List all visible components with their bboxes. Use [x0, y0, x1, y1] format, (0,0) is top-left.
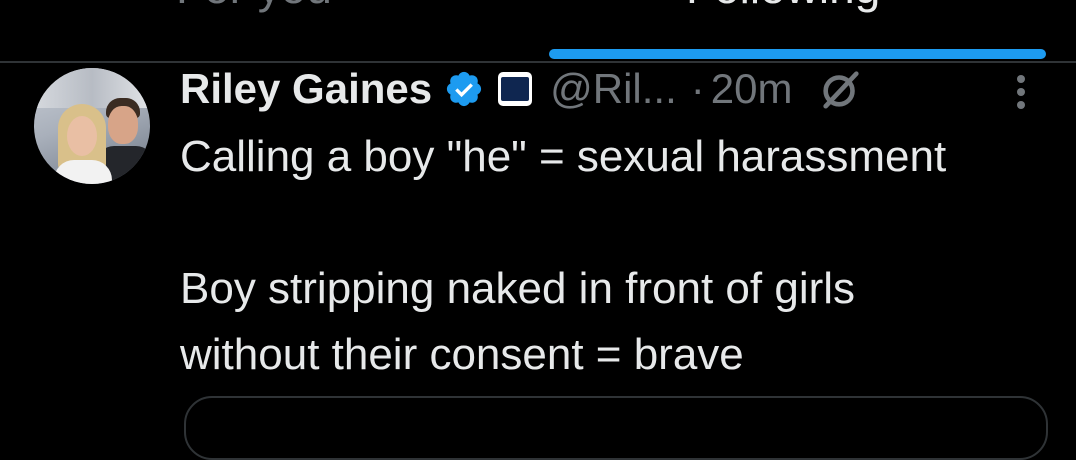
avatar[interactable] [34, 68, 150, 184]
tab-selected-indicator [549, 49, 1046, 59]
tweet-line: Boy stripping naked in front of girls [180, 264, 856, 313]
tweet-line: Calling a boy "he" = sexual harassment [180, 132, 947, 181]
tab-for-you[interactable]: For you [176, 0, 332, 14]
more-vertical-icon[interactable] [1011, 72, 1031, 112]
avatar-figure [108, 106, 138, 144]
separator-dot: · [690, 65, 705, 112]
tweet-line: without their consent = brave [180, 330, 744, 379]
affiliation-logo [501, 77, 530, 101]
quoted-tweet-card[interactable] [184, 396, 1048, 460]
tweet-text: Calling a boy "he" = sexual harassment B… [180, 124, 1060, 388]
author-name[interactable]: Riley Gaines [180, 65, 432, 113]
organization-affiliation-icon[interactable] [498, 72, 533, 106]
avatar-figure [54, 160, 112, 184]
timeline-tabs: For you Following [0, 0, 1076, 62]
verified-badge-icon [447, 71, 482, 107]
tab-following[interactable]: Following [686, 0, 880, 14]
tabs-divider [0, 61, 1076, 63]
grok-icon[interactable] [818, 66, 864, 112]
avatar-figure [67, 116, 97, 156]
author-handle[interactable]: @Ril... [550, 65, 677, 113]
tweet-timestamp[interactable]: 20m [711, 65, 793, 113]
tweet-header: Riley Gaines @Ril... · 20m [180, 64, 864, 114]
